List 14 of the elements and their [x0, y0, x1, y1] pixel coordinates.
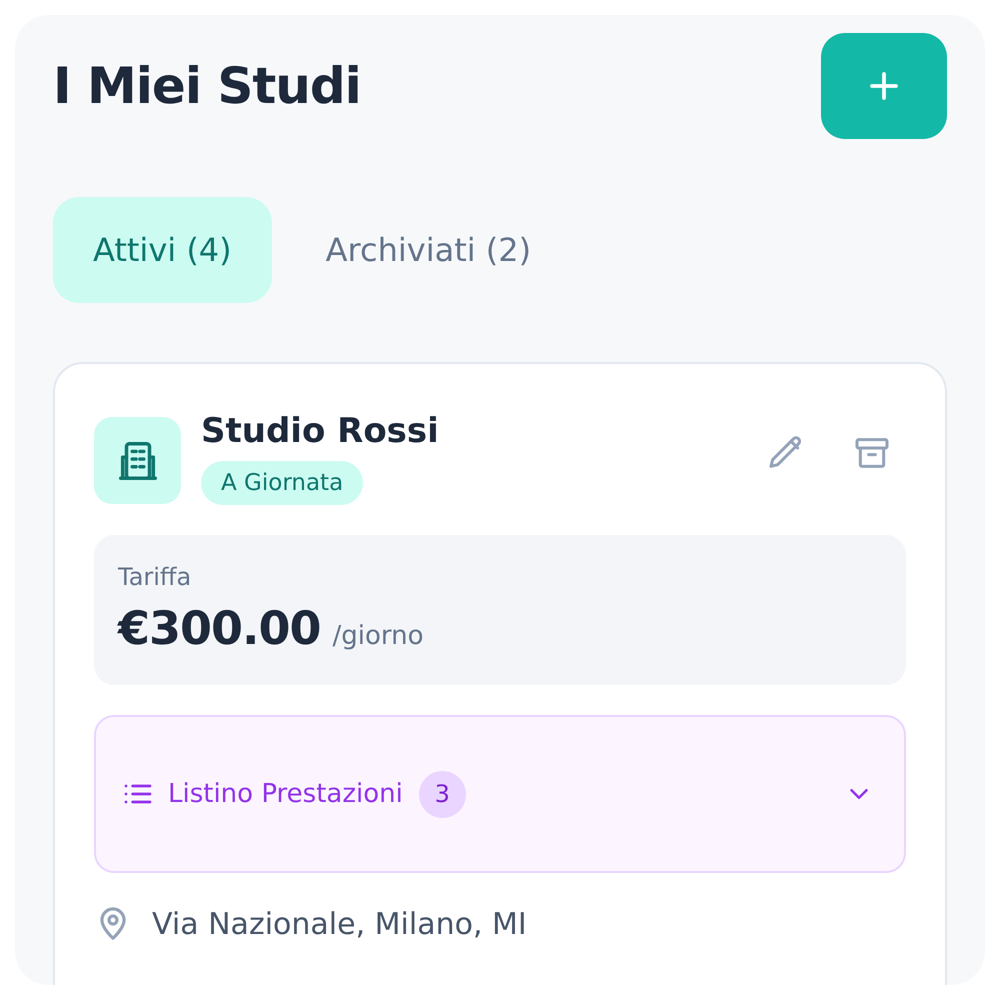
tab[interactable]: Archiviati (2)	[286, 197, 572, 303]
services-label: Listino Prestazioni	[168, 779, 403, 809]
services-accordion[interactable]: Listino Prestazioni 3	[94, 715, 906, 873]
building-icon	[94, 417, 181, 504]
rate-value: €300.00	[118, 601, 321, 655]
tab[interactable]: Attivi (4)	[53, 197, 272, 303]
rate-label: Tariffa	[118, 563, 192, 591]
type-badge: A Giornata	[201, 461, 364, 505]
count-badge: 3	[418, 770, 466, 818]
address-text: Via Nazionale, Milano, MI	[152, 906, 527, 942]
studio-name: Studio Rossi	[201, 411, 439, 451]
add-button[interactable]	[821, 33, 947, 139]
page-title: I Miei Studi	[53, 57, 361, 115]
rate-unit: /giorno	[332, 621, 424, 651]
